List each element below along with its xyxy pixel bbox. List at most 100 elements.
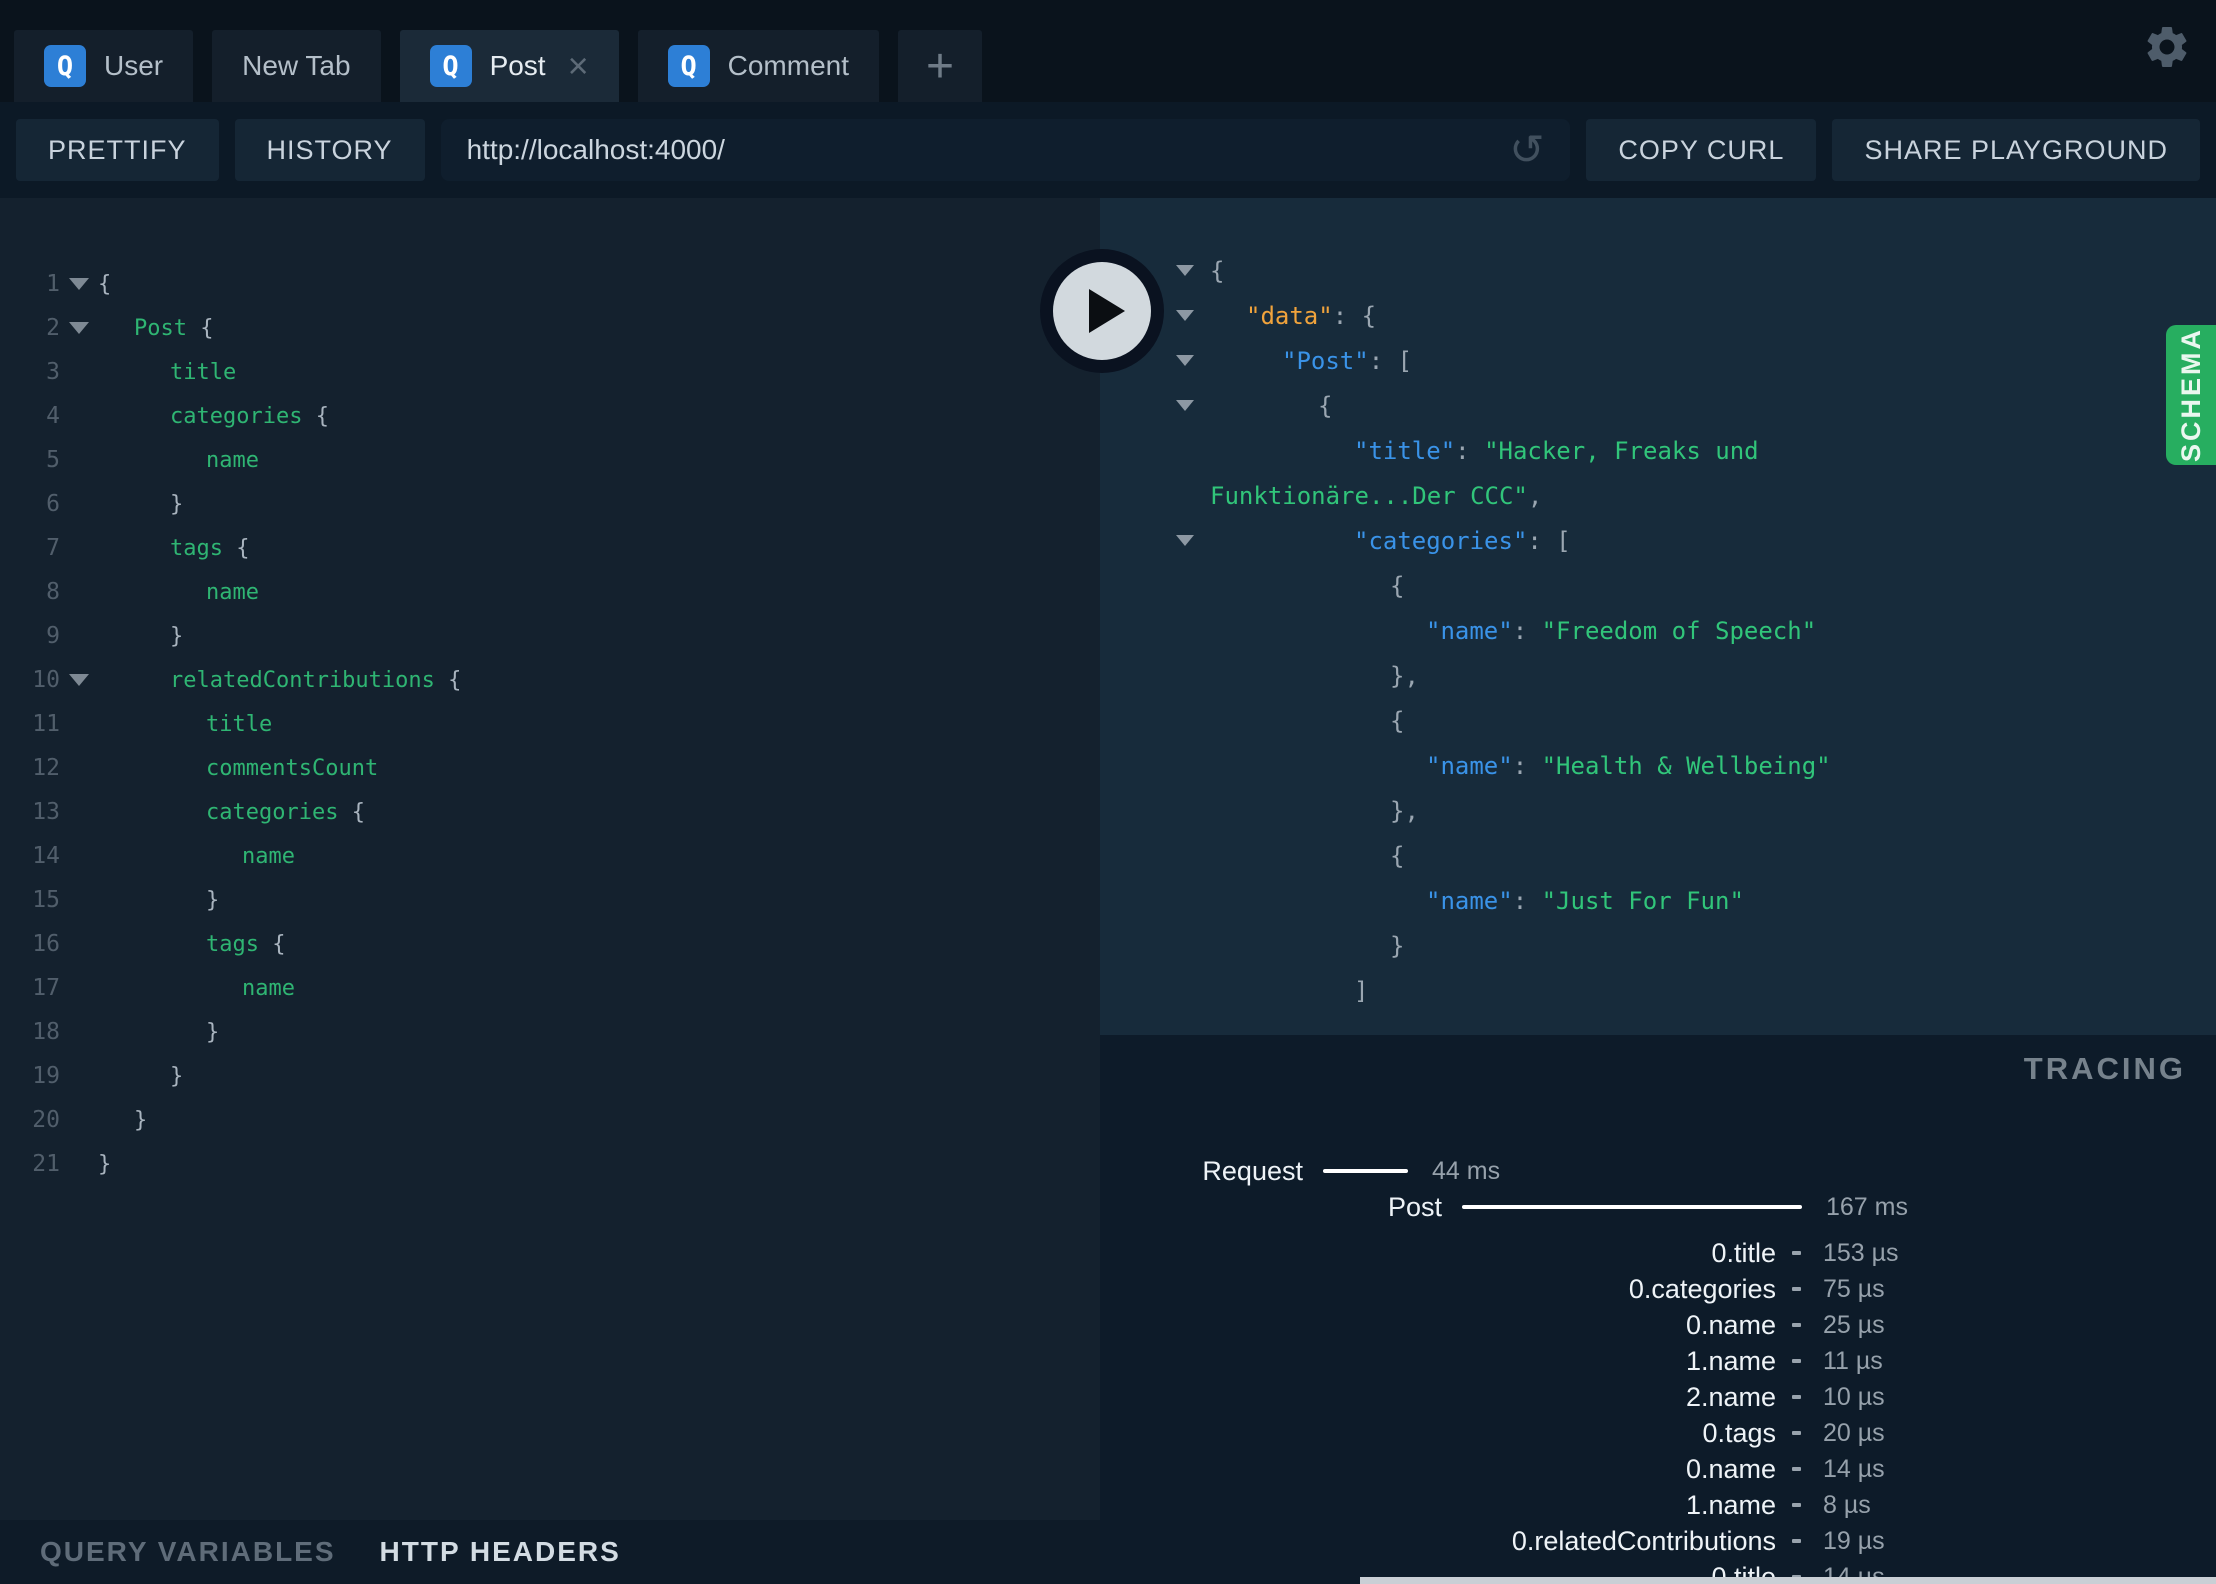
fold-arrow-icon[interactable] — [1176, 265, 1194, 276]
add-tab-button[interactable]: + — [898, 30, 982, 102]
toolbar: PRETTIFY HISTORY http://localhost:4000/ … — [0, 102, 2216, 198]
line-number: 8 — [46, 579, 60, 605]
json-line: "name": "Health & Wellbeing" — [1426, 752, 1831, 780]
editor-line: 12 commentsCount — [0, 746, 1100, 790]
reload-schema-icon[interactable]: ↺ — [1509, 129, 1544, 171]
line-number: 6 — [46, 491, 60, 517]
response-pane: {"data": {"Post": [{"title": "Hacker, Fr… — [1100, 198, 2216, 1584]
code-token: tags — [206, 931, 259, 957]
line-number: 18 — [32, 1019, 60, 1045]
query-editor[interactable]: 1{2 Post {3 title 4 categories {5 name 6} 7 tags… — [0, 198, 1100, 1520]
prettify-button[interactable]: PRETTIFY — [16, 119, 219, 181]
fold-gutter — [1100, 535, 1210, 546]
code-token: : — [1512, 751, 1542, 780]
editor-line: 11 title — [0, 702, 1100, 746]
editor-line: 20} — [0, 1098, 1100, 1142]
trace-label: 2.name — [1685, 1381, 1776, 1412]
code-token: }, — [1390, 661, 1419, 690]
json-line: }, — [1390, 797, 1419, 825]
code-line: commentsCount — [206, 756, 378, 781]
horizontal-scrollbar[interactable] — [1360, 1577, 2216, 1584]
code-token: : [ — [1527, 526, 1571, 555]
line-number: 2 — [46, 315, 60, 341]
tab-post[interactable]: Q Post × — [399, 30, 619, 102]
code-token: "Freedom of Speech" — [1541, 616, 1817, 645]
trace-duration: 10 µs — [1823, 1382, 1885, 1411]
fold-arrow-icon[interactable] — [1176, 355, 1194, 366]
fold-arrow-icon[interactable] — [1176, 310, 1194, 321]
tracing-title: TRACING — [2023, 1051, 2186, 1086]
query-editor-pane: 1{2 Post {3 title 4 categories {5 name 6} 7 tags… — [0, 198, 1100, 1584]
trace-row: Request 44 ms — [1100, 1153, 2216, 1189]
code-token: name — [242, 843, 295, 869]
endpoint-url-input[interactable]: http://localhost:4000/ ↺ — [440, 119, 1571, 181]
tab-label: User — [104, 50, 164, 81]
line-number: 15 — [32, 887, 60, 913]
code-token: "Just For Fun" — [1541, 886, 1744, 915]
tab-new-tab[interactable]: New Tab — [212, 30, 381, 102]
line-number: 4 — [46, 403, 60, 429]
trace-duration-bar — [1462, 1205, 1802, 1209]
history-button[interactable]: HISTORY — [234, 119, 425, 181]
line-number: 7 — [46, 535, 60, 561]
copy-curl-button[interactable]: COPY CURL — [1586, 119, 1817, 181]
json-line: { — [1390, 572, 1404, 600]
fold-gutter — [60, 278, 98, 290]
code-line: tags { — [206, 932, 285, 957]
code-token: { — [222, 535, 250, 561]
schema-tab[interactable]: SCHEMA — [2166, 325, 2216, 465]
trace-row: 0.title 153 µs — [1100, 1235, 2216, 1271]
line-number: 11 — [32, 711, 60, 737]
fold-arrow-icon[interactable] — [69, 674, 89, 686]
response-line: "name": "Just For Fun" — [1100, 878, 2216, 923]
code-token: { — [1318, 391, 1333, 420]
response-line: { — [1100, 833, 2216, 878]
query-variables-tab[interactable]: QUERY VARIABLES — [40, 1536, 336, 1568]
fold-gutter — [60, 674, 98, 686]
editor-line: 1{ — [0, 262, 1100, 306]
trace-dash — [1792, 1467, 1801, 1471]
query-badge: Q — [667, 45, 710, 87]
line-number: 5 — [46, 447, 60, 473]
line-number: 14 — [32, 843, 60, 869]
execute-query-button[interactable] — [1040, 249, 1164, 373]
response-line: "name": "Freedom of Speech" — [1100, 608, 2216, 653]
trace-label: 0.name — [1685, 1453, 1776, 1484]
response-viewer: {"data": {"Post": [{"title": "Hacker, Fr… — [1100, 198, 2216, 1035]
trace-label: 0.title — [1711, 1237, 1776, 1268]
code-token: "Post" — [1282, 346, 1369, 375]
code-token: name — [242, 975, 295, 1001]
code-token: : { — [1332, 301, 1377, 330]
json-line: "data": { — [1246, 302, 1376, 330]
trace-label: 1.name — [1685, 1345, 1776, 1376]
fold-arrow-icon[interactable] — [1176, 400, 1194, 411]
fold-arrow-icon[interactable] — [69, 322, 89, 334]
editor-line: 10 relatedContributions { — [0, 658, 1100, 702]
trace-row: 2.name 10 µs — [1100, 1379, 2216, 1415]
trace-dash — [1792, 1503, 1801, 1507]
code-line: relatedContributions { — [170, 668, 461, 693]
trace-label: Post — [1387, 1191, 1442, 1222]
fold-arrow-icon[interactable] — [69, 278, 89, 290]
code-token: "data" — [1246, 301, 1333, 330]
http-headers-tab[interactable]: HTTP HEADERS — [380, 1536, 621, 1568]
close-tab-icon[interactable]: × — [568, 48, 589, 84]
tabs-container: Q User New Tab Q Post × Q Comment — [14, 30, 898, 102]
trace-duration: 20 µs — [1823, 1418, 1885, 1447]
trace-label: Request — [1202, 1155, 1303, 1186]
code-token: { — [258, 931, 286, 957]
code-line: name — [206, 580, 259, 605]
json-line: "Post": [ — [1282, 347, 1412, 375]
tab-comment[interactable]: Q Comment — [637, 30, 879, 102]
editor-line: 3 title — [0, 350, 1100, 394]
endpoint-url-value[interactable]: http://localhost:4000/ — [467, 134, 1510, 166]
fold-arrow-icon[interactable] — [1176, 535, 1194, 546]
code-line: } — [206, 1020, 219, 1045]
code-token: : — [1455, 436, 1485, 465]
editor-line: 5 name — [0, 438, 1100, 482]
line-number: 3 — [46, 359, 60, 385]
trace-dash — [1792, 1287, 1801, 1291]
settings-gear-icon[interactable] — [2142, 22, 2192, 72]
share-playground-button[interactable]: SHARE PLAYGROUND — [1832, 119, 2200, 181]
tab-user[interactable]: Q User — [14, 30, 194, 102]
